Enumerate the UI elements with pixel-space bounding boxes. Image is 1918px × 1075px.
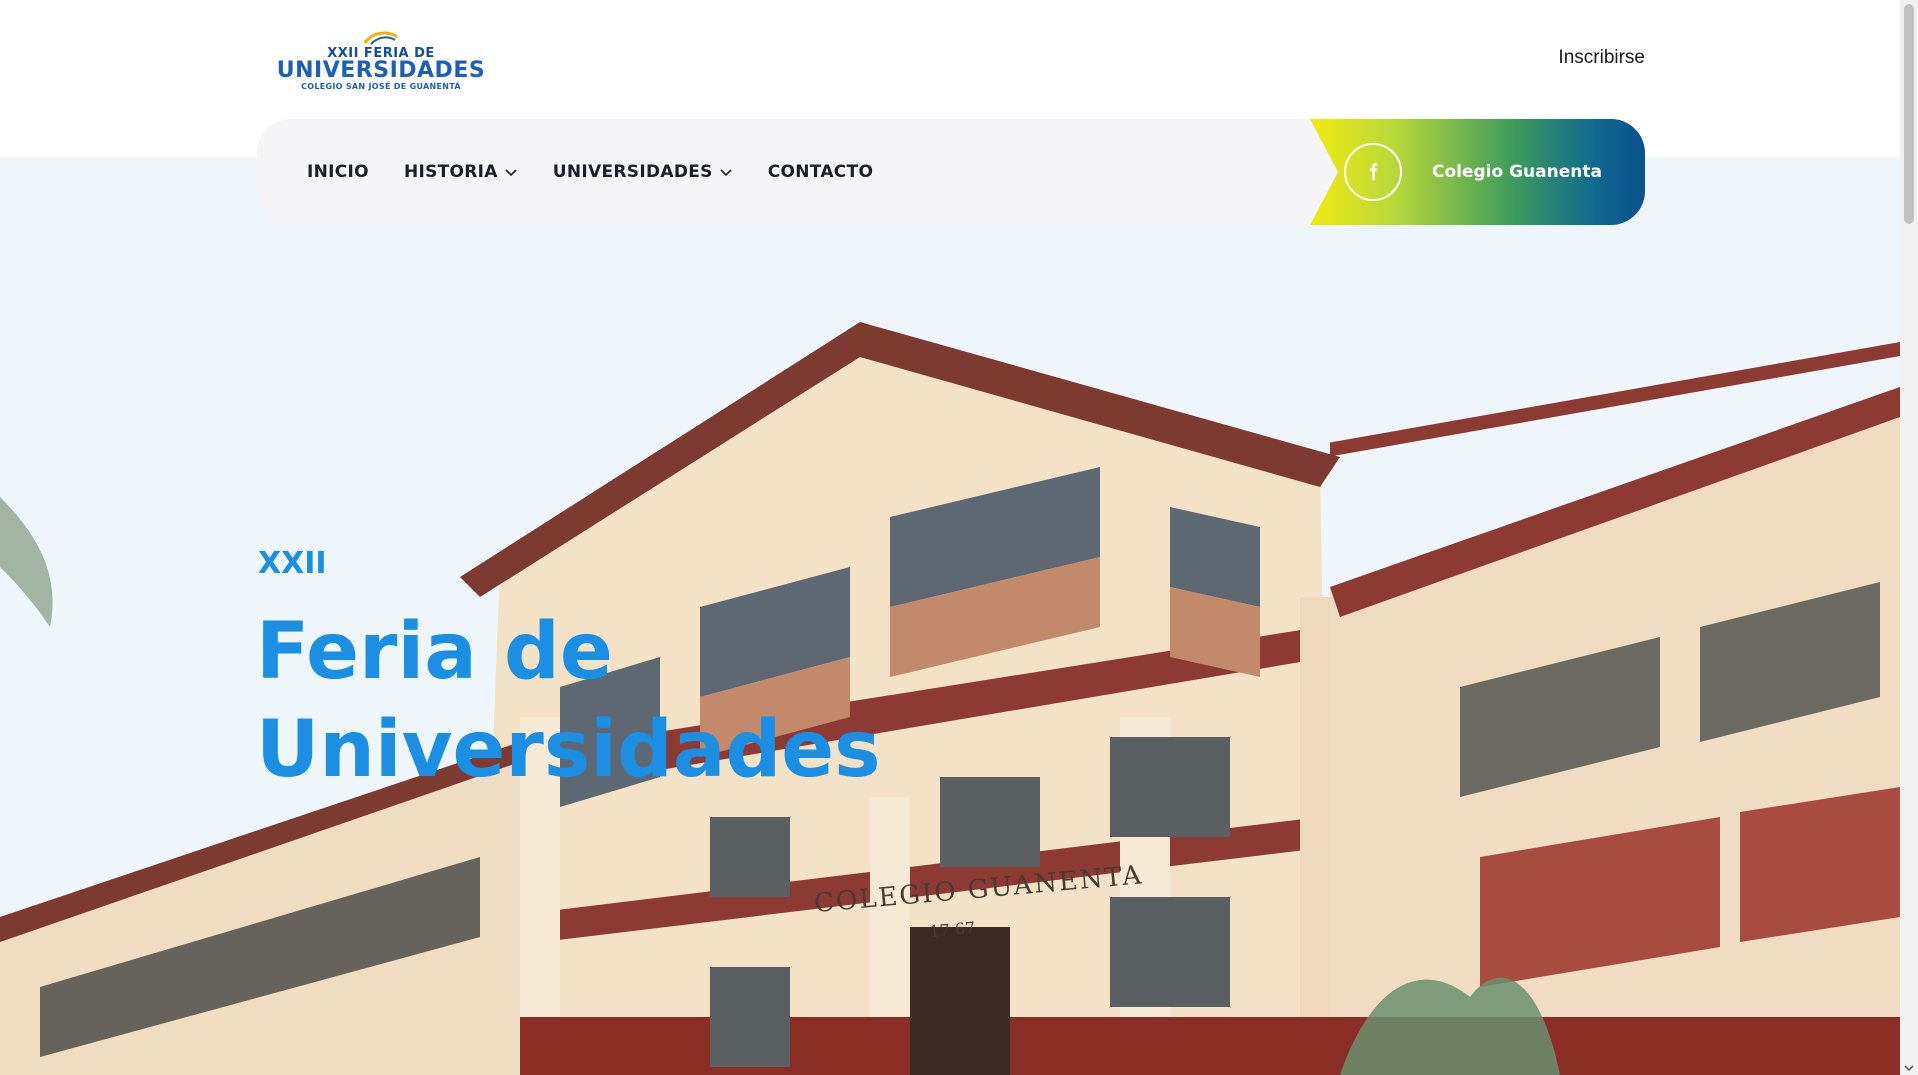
chevron-down-icon [720, 169, 732, 177]
building-sign-sub: 17 67 [929, 918, 976, 941]
site-logo[interactable]: XXII FERIA DE UNIVERSIDADES COLEGIO SAN … [256, 28, 506, 92]
logo-line-2: UNIVERSIDADES [276, 58, 486, 83]
nav-menu: INICIO HISTORIA UNIVERSIDADES CONTACTO [307, 119, 873, 225]
nav-item-label: HISTORIA [403, 162, 498, 182]
hero-title-line-1: Feria de [256, 607, 613, 697]
nav-item-historia[interactable]: HISTORIA [404, 162, 518, 182]
scrollbar-thumb[interactable] [1904, 4, 1914, 224]
facebook-label: Colegio Guanenta [1432, 162, 1602, 182]
chevron-down-icon [505, 169, 517, 177]
nav-item-label: INICIO [307, 162, 369, 182]
vertical-scrollbar[interactable] [1900, 0, 1918, 1075]
nav-item-inicio[interactable]: INICIO [307, 162, 369, 182]
facebook-icon [1344, 143, 1402, 201]
facebook-link-button[interactable]: Colegio Guanenta [1310, 119, 1645, 225]
logo-line-3: COLEGIO SAN JOSÉ DE GUANENTÁ [301, 82, 461, 91]
hero-title: Feria de Universidades [256, 603, 956, 799]
nav-item-contacto[interactable]: CONTACTO [768, 162, 874, 182]
hero-title-line-2: Universidades [256, 705, 881, 795]
nav-item-universidades[interactable]: UNIVERSIDADES [553, 162, 733, 182]
logo-swoosh-icon [361, 29, 401, 47]
nav-item-label: CONTACTO [767, 162, 874, 182]
hero-kicker: XXII [258, 546, 327, 581]
scroll-down-arrow-icon[interactable] [1904, 1063, 1914, 1073]
signup-link[interactable]: Inscribirse [1558, 47, 1645, 69]
nav-item-label: UNIVERSIDADES [552, 162, 713, 182]
